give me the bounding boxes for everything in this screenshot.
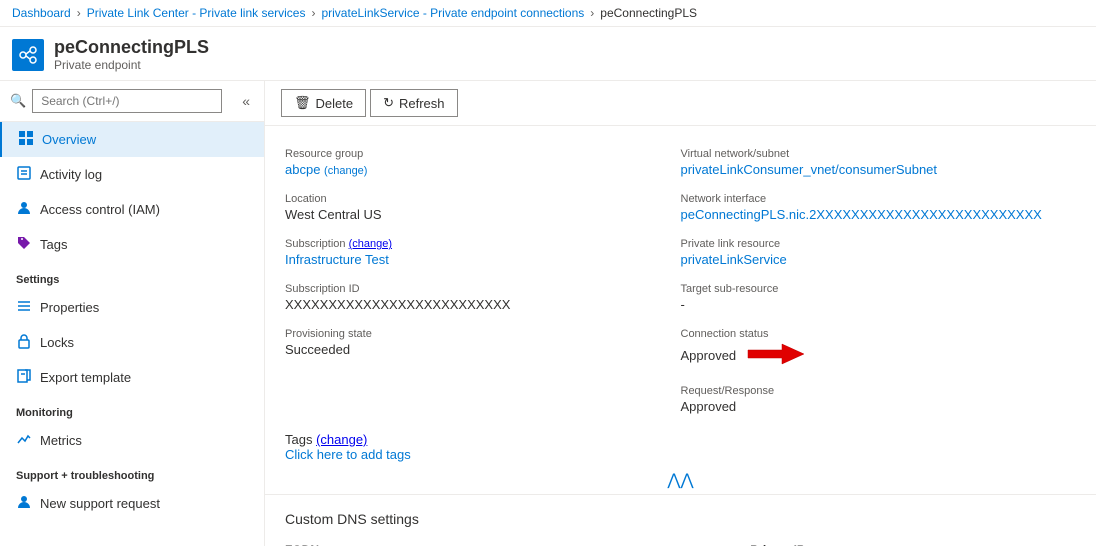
tags-change-link[interactable]: (change) [316,432,367,447]
export-template-icon [16,368,32,387]
toolbar: 🗑 Delete ↻ Refresh [265,81,1096,126]
tags-icon [16,235,32,254]
delete-label: Delete [316,96,354,111]
prop-provisioning-state: Provisioning state Succeeded [285,322,681,367]
sidebar-item-metrics-label: Metrics [40,433,82,448]
sidebar-item-properties-label: Properties [40,300,99,315]
request-response-value: Approved [681,399,1057,414]
dns-section-title: Custom DNS settings [285,511,1076,527]
sidebar-item-tags-label: Tags [40,237,67,252]
refresh-button[interactable]: ↻ Refresh [370,89,457,117]
dns-section: Custom DNS settings FQDN Private IP Not … [265,494,1096,546]
add-tags-link[interactable]: Click here to add tags [285,447,411,462]
private-link-resource-link[interactable]: privateLinkService [681,252,787,267]
prop-network-interface: Network interface peConnectingPLS.nic.2X… [681,187,1077,232]
collapse-indicator[interactable]: ⋀⋀ [265,466,1096,494]
red-arrow-annotation [744,342,804,369]
breadcrumb: Dashboard › Private Link Center - Privat… [0,0,1096,27]
dns-col-ip: Private IP [750,537,1076,546]
breadcrumb-sep-2: › [311,6,315,20]
subscription-id-value: XXXXXXXXXXXXXXXXXXXXXXXXXX [285,297,661,312]
sidebar: 🔍 « Overview Activity log Access control… [0,81,265,546]
support-icon [16,494,32,513]
breadcrumb-item-dashboard[interactable]: Dashboard [12,6,71,20]
sidebar-item-access-control[interactable]: Access control (IAM) [0,192,264,227]
sidebar-item-locks[interactable]: Locks [0,325,264,360]
delete-button[interactable]: 🗑 Delete [281,89,366,117]
content-area: 🗑 Delete ↻ Refresh Resource group abcpe … [265,81,1096,546]
locks-icon [16,333,32,352]
resource-icon [12,39,44,71]
prop-location: Location West Central US [285,187,681,232]
connection-status-value: Approved [681,348,737,363]
nic-link[interactable]: peConnectingPLS.nic.2XXXXXXXXXXXXXXXXXXX… [681,207,1042,222]
prop-resource-group: Resource group abcpe (change) [285,142,681,187]
delete-icon: 🗑 [294,95,311,111]
breadcrumb-current: peConnectingPLS [600,6,697,20]
dns-table: FQDN Private IP Not applicable 10.0.3.5 [285,537,1076,546]
breadcrumb-sep-3: › [590,6,594,20]
props-right-col: Virtual network/subnet privateLinkConsum… [681,142,1077,424]
resource-group-link[interactable]: abcpe [285,162,320,177]
access-control-icon [16,200,32,219]
sidebar-item-overview-label: Overview [42,132,96,147]
properties-grid: Resource group abcpe (change) Location W… [265,126,1096,424]
breadcrumb-item-service[interactable]: privateLinkService - Private endpoint co… [321,6,584,20]
sidebar-item-export-template-label: Export template [40,370,131,385]
sidebar-item-access-control-label: Access control (IAM) [40,202,160,217]
sidebar-item-activity-log-label: Activity log [40,167,102,182]
sidebar-item-new-support[interactable]: New support request [0,486,264,521]
refresh-label: Refresh [399,96,445,111]
resource-header: peConnectingPLS Private endpoint [0,27,1096,81]
prop-subscription: Subscription (change) Infrastructure Tes… [285,232,681,277]
sidebar-item-properties[interactable]: Properties [0,290,264,325]
sidebar-item-locks-label: Locks [40,335,74,350]
metrics-icon [16,431,32,450]
refresh-icon: ↻ [383,95,394,111]
overview-icon [18,130,34,149]
support-section-title: Support + troubleshooting [0,458,264,486]
sidebar-item-new-support-label: New support request [40,496,160,511]
tags-section: Tags (change) Click here to add tags [265,432,1096,466]
target-sub-resource-value: - [681,297,1057,312]
breadcrumb-item-private-link[interactable]: Private Link Center - Private link servi… [87,6,306,20]
props-left-col: Resource group abcpe (change) Location W… [285,142,681,424]
sidebar-item-activity-log[interactable]: Activity log [0,157,264,192]
location-value: West Central US [285,207,661,222]
sidebar-item-tags[interactable]: Tags [0,227,264,262]
prop-connection-status: Connection status Approved [681,322,1077,379]
settings-section-title: Settings [0,262,264,290]
search-input[interactable] [32,89,222,113]
resource-subtitle: Private endpoint [54,58,209,72]
tags-label: Tags [285,432,316,447]
breadcrumb-sep-1: › [77,6,81,20]
prop-private-link-resource: Private link resource privateLinkService [681,232,1077,277]
prop-subscription-id: Subscription ID XXXXXXXXXXXXXXXXXXXXXXXX… [285,277,681,322]
sidebar-item-overview[interactable]: Overview [0,122,264,157]
search-icon: 🔍 [10,93,26,109]
resource-title: peConnectingPLS [54,37,209,58]
sidebar-item-metrics[interactable]: Metrics [0,423,264,458]
subscription-link[interactable]: Infrastructure Test [285,252,389,267]
search-box: 🔍 « [0,81,264,122]
sidebar-item-export-template[interactable]: Export template [0,360,264,395]
prop-request-response: Request/Response Approved [681,379,1077,424]
collapse-btn[interactable]: « [238,91,254,111]
activity-log-icon [16,165,32,184]
dns-col-fqdn: FQDN [285,537,750,546]
prop-target-sub-resource: Target sub-resource - [681,277,1077,322]
subscription-change[interactable]: (change) [349,238,392,250]
properties-icon [16,298,32,317]
vnet-subnet-link[interactable]: privateLinkConsumer_vnet/consumerSubnet [681,162,938,177]
tags-label-row: Tags (change) [285,432,1076,447]
resource-group-change[interactable]: (change) [324,165,367,177]
provisioning-state-value: Succeeded [285,342,661,357]
monitoring-section-title: Monitoring [0,395,264,423]
prop-vnet-subnet: Virtual network/subnet privateLinkConsum… [681,142,1077,187]
main-layout: 🔍 « Overview Activity log Access control… [0,81,1096,546]
